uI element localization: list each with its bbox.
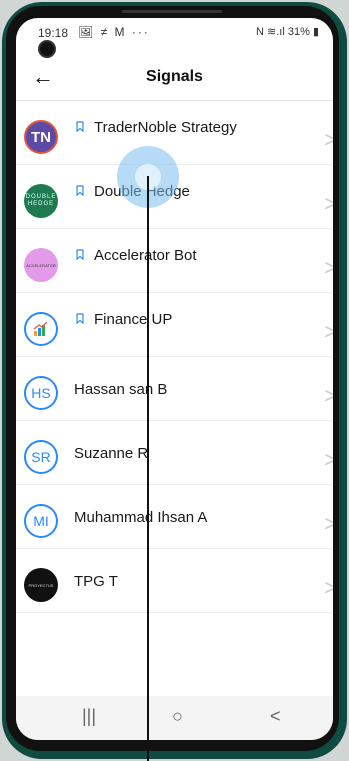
- signal-name: Finance UP: [94, 311, 173, 328]
- list-item[interactable]: Finance UP >: [16, 293, 333, 357]
- avatar: MI: [24, 504, 58, 538]
- status-bar: 19:18 🖼 ≠ M ··· N ≋.ıl 31% ▮: [16, 18, 333, 48]
- list-item[interactable]: SR Suzanne R >: [16, 421, 333, 485]
- signal-name: Suzanne R: [74, 445, 149, 462]
- avatar: ACCELERATOR: [24, 248, 58, 282]
- avatar: TN: [24, 120, 58, 154]
- signal-name: TPG T: [74, 573, 118, 590]
- screen: 19:18 🖼 ≠ M ··· N ≋.ıl 31% ▮ ← Signals T…: [16, 18, 333, 740]
- bookmark-icon: [76, 313, 84, 324]
- avatar: SR: [24, 440, 58, 474]
- signal-name: Accelerator Bot: [94, 247, 197, 264]
- status-time: 19:18: [38, 26, 69, 40]
- bookmark-icon: [76, 249, 84, 260]
- signal-name: TraderNoble Strategy: [94, 119, 237, 136]
- chevron-right-icon: >: [324, 575, 333, 600]
- list-item[interactable]: TN TraderNoble Strategy >: [16, 101, 333, 165]
- avatar: PROYECTUS: [24, 568, 58, 602]
- app-header: ← Signals: [16, 56, 333, 101]
- chevron-right-icon: >: [324, 319, 333, 344]
- chevron-right-icon: >: [324, 127, 333, 152]
- pointer-trace: [147, 176, 149, 761]
- chevron-right-icon: >: [324, 255, 333, 280]
- signal-name: Muhammad Ihsan A: [74, 509, 208, 526]
- chevron-right-icon: >: [324, 191, 333, 216]
- avatar: DOUBLE HEDGE: [24, 184, 58, 218]
- bookmark-icon: [76, 121, 84, 132]
- page-title: Signals: [146, 68, 203, 85]
- chevron-right-icon: >: [324, 511, 333, 536]
- avatar: [24, 312, 58, 346]
- bookmark-icon: [76, 185, 84, 196]
- home-icon[interactable]: ○: [172, 706, 183, 727]
- signal-icons: N ≋.ıl: [256, 26, 285, 38]
- bar-chart-icon: [33, 321, 48, 336]
- signal-name: Hassan san B: [74, 381, 168, 398]
- list-item[interactable]: MI Muhammad Ihsan A >: [16, 485, 333, 549]
- chevron-right-icon: >: [324, 383, 333, 408]
- list-item[interactable]: PROYECTUS TPG T >: [16, 549, 333, 613]
- recents-icon[interactable]: |||: [82, 706, 96, 727]
- battery-level: 31%: [287, 26, 310, 38]
- speaker-grille: [122, 10, 222, 13]
- battery-icon: ▮: [312, 26, 319, 38]
- list-item[interactable]: ACCELERATOR Accelerator Bot >: [16, 229, 333, 293]
- avatar: HS: [24, 376, 58, 410]
- list-item[interactable]: HS Hassan san B >: [16, 357, 333, 421]
- notification-icons: 🖼 ≠ M ···: [78, 25, 150, 39]
- back-nav-icon[interactable]: <: [270, 706, 281, 727]
- system-nav-bar: ||| ○ <: [16, 696, 333, 740]
- chevron-right-icon: >: [324, 447, 333, 472]
- status-right: N ≋.ıl 31% ▮: [256, 25, 319, 38]
